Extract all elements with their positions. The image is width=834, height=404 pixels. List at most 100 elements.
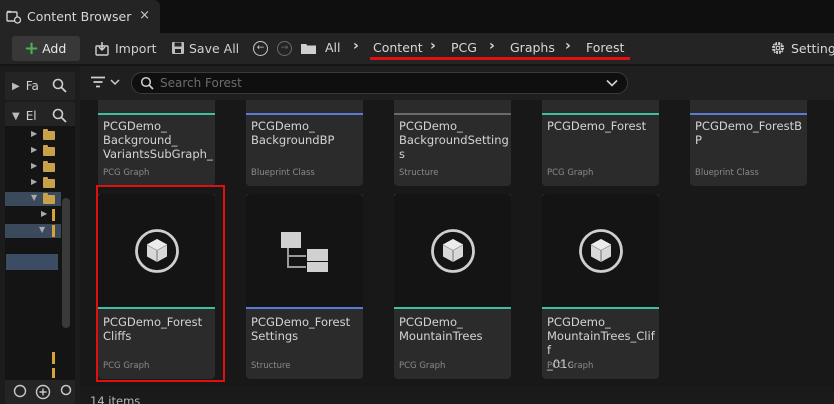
asset-type: PCG Graph	[547, 168, 594, 178]
folder-tree: ▶ ▶ ▶ ▶ ▼ ▶ ▼	[5, 126, 75, 380]
collapsed-arrow-icon[interactable]: ▶	[31, 177, 37, 186]
collapsed-arrow-icon[interactable]: ▶	[31, 161, 37, 170]
expanded-arrow-icon[interactable]: ▼	[39, 225, 45, 234]
plus-icon: +	[24, 37, 40, 59]
breadcrumb-content[interactable]: Content	[373, 40, 423, 55]
selection-highlight	[96, 185, 225, 382]
add-button[interactable]: + Add	[12, 36, 80, 61]
folder-marker	[52, 368, 55, 378]
tree-item-forest[interactable]: ▼	[5, 192, 61, 206]
breadcrumb-separator[interactable]: ›	[489, 38, 495, 54]
asset-tile[interactable]: PCGDemo_ BackgroundBP Blueprint Class	[246, 100, 363, 186]
asset-tile[interactable]: PCGDemo_ BackgroundSettings Structure	[394, 100, 511, 186]
folder-icon	[43, 129, 55, 140]
asset-name: PCGDemo_ MountainTrees	[399, 315, 483, 343]
search-box	[131, 72, 628, 94]
asset-type: PCG Graph	[103, 168, 150, 178]
asset-name: PCGDemo_ Background_ VariantsSubGraph_	[103, 119, 213, 161]
asset-tile[interactable]: PCGDemo_ Background_ VariantsSubGraph_ PCG…	[98, 100, 215, 186]
save-icon	[172, 42, 184, 54]
asset-name: PCGDemo_Forest Settings	[251, 315, 351, 343]
history-icon[interactable]	[13, 384, 27, 401]
breadcrumb-forest[interactable]: Forest	[586, 40, 624, 55]
save-all-label: Save All	[189, 40, 240, 56]
import-label: Import	[115, 40, 157, 56]
breadcrumb-separator[interactable]: ›	[430, 38, 436, 54]
open-folder-icon	[43, 193, 55, 204]
asset-type-strip	[394, 113, 511, 115]
gear-icon	[771, 41, 785, 55]
tab-title: Content Browser	[27, 9, 132, 24]
asset-type: Structure	[251, 361, 291, 371]
asset-grid: PCGDemo_ Background_ VariantsSubGraph_ PCG…	[80, 100, 834, 386]
filter-bar	[80, 66, 834, 100]
tree-item[interactable]: ▼	[5, 224, 61, 238]
save-all-button[interactable]: Save All	[171, 39, 239, 57]
content-browser-icon	[6, 9, 22, 25]
asset-type: PCG Graph	[547, 361, 594, 371]
folder-marker	[52, 225, 55, 237]
search-icon[interactable]	[52, 108, 67, 126]
asset-name: PCGDemo_Forest	[547, 119, 647, 133]
asset-tile[interactable]: PCGDemo_Forest Settings Structure	[246, 194, 363, 379]
collapsed-arrow-icon[interactable]: ▶	[31, 129, 37, 138]
collapsed-arrow-icon[interactable]: ▶	[31, 145, 37, 154]
close-icon[interactable]: ×	[139, 9, 150, 23]
search-input[interactable]	[160, 76, 590, 90]
search-icon	[140, 76, 154, 90]
breadcrumb-separator[interactable]: ›	[565, 38, 571, 54]
favorites-header[interactable]: ▶ Fa	[5, 72, 75, 100]
selected-tree-item[interactable]	[6, 254, 58, 270]
tree-item[interactable]: ▶	[5, 128, 61, 142]
asset-type: Structure	[399, 168, 439, 178]
add-circle-icon[interactable]	[35, 384, 51, 403]
asset-tile[interactable]: PCGDemo_ MountainTrees_Cliff _01c PCG Grap…	[542, 194, 659, 379]
asset-thumbnail	[542, 194, 659, 307]
collapsed-arrow-icon[interactable]: ▶	[41, 209, 47, 218]
chevron-down-icon	[110, 79, 120, 86]
favorites-label: Fa	[25, 79, 39, 93]
asset-type-strip	[394, 307, 511, 309]
structure-icon	[280, 231, 328, 272]
folder-icon	[43, 177, 55, 188]
asset-name: PCGDemo_ BackgroundSettings	[399, 119, 509, 161]
forward-arrow-icon[interactable]: →	[277, 41, 292, 56]
breadcrumb-pcg[interactable]: PCG	[451, 40, 477, 55]
search-icon[interactable]	[60, 384, 74, 401]
item-count: 14 items	[90, 394, 141, 404]
pcg-graph-icon	[430, 228, 475, 273]
folder-icon	[43, 161, 55, 172]
breadcrumb-graphs[interactable]: Graphs	[510, 40, 555, 55]
asset-view: PCGDemo_Background_VariantsSubGraph_ PCG…	[80, 66, 834, 404]
settings-button[interactable]: Settings	[770, 40, 834, 56]
asset-tile[interactable]: PCGDemo_Forest PCG Graph	[542, 100, 659, 186]
search-options-chevron-icon[interactable]	[605, 76, 619, 93]
search-icon[interactable]	[52, 78, 67, 96]
breadcrumb-separator[interactable]: ›	[353, 38, 359, 54]
tree-header-label: El	[25, 109, 37, 123]
expanded-arrow-icon[interactable]: ▼	[31, 193, 37, 202]
back-arrow-icon[interactable]: ←	[253, 41, 268, 56]
folder-marker	[52, 352, 55, 364]
asset-name: PCGDemo_ BackgroundBP	[251, 119, 335, 147]
tree-scrollbar[interactable]	[62, 198, 70, 328]
filter-button[interactable]	[90, 76, 120, 88]
import-button[interactable]: Import	[95, 39, 157, 57]
asset-tile[interactable]: PCGDemo_ MountainTrees PCG Graph	[394, 194, 511, 379]
asset-type-strip	[542, 113, 659, 115]
pcg-graph-icon	[578, 228, 623, 273]
tree-item[interactable]: ▶	[5, 160, 61, 174]
breadcrumb-all[interactable]: All	[325, 40, 341, 55]
tree-footer	[5, 380, 75, 404]
tree-item[interactable]: ▶	[5, 144, 61, 158]
asset-type-strip	[246, 307, 363, 309]
asset-tile[interactable]: PCGDemo_ForestBP Blueprint Class	[690, 100, 807, 186]
expanded-arrow-icon: ▼	[12, 110, 20, 122]
tree-item[interactable]: ▶	[5, 176, 61, 190]
tab-content-browser[interactable]: Content Browser ×	[0, 0, 160, 33]
tree-item[interactable]: ▶	[5, 208, 61, 222]
asset-type-strip	[246, 113, 363, 115]
asset-thumbnail	[246, 194, 363, 307]
asset-type: PCG Graph	[399, 361, 446, 371]
asset-type-strip	[98, 113, 215, 115]
